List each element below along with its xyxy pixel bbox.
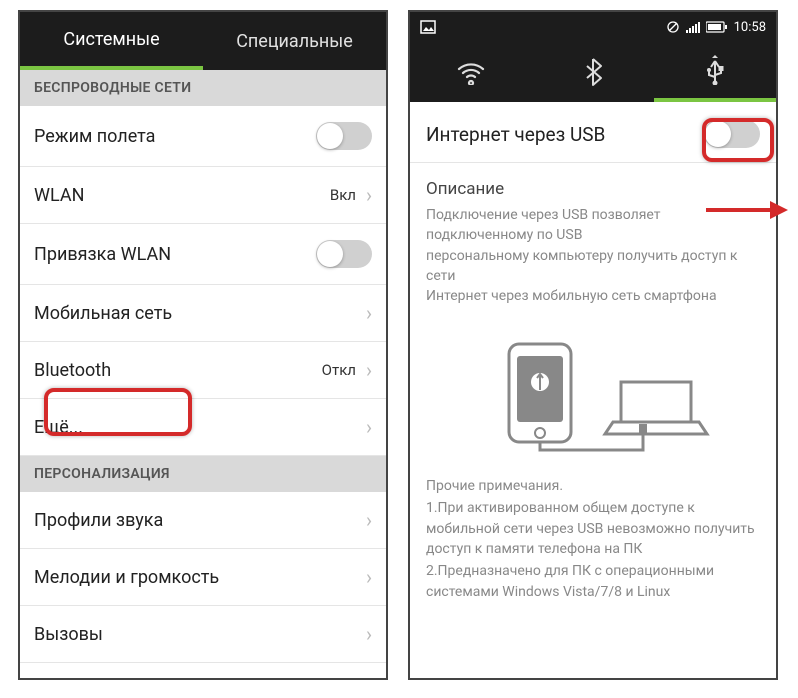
item-sound-profiles[interactable]: Профили звука › [20,492,386,549]
tab-bluetooth[interactable] [532,42,654,102]
item-label: Мелодии и громкость [34,567,219,588]
status-signal-icon [686,20,700,35]
status-pic-icon [420,20,436,35]
note-1: 1.При активированном общем доступе к моб… [426,498,760,559]
item-mobile-network[interactable]: Мобильная сеть › [20,285,386,342]
chevron-right-icon: › [366,358,372,382]
status-sim-icon [666,20,680,35]
section-wireless: БЕСПРОВОДНЫЕ СЕТИ [20,70,386,106]
item-airplane-mode[interactable]: Режим полета [20,106,386,167]
wifi-icon [455,59,487,85]
item-label: Мобильная сеть [34,303,172,324]
chevron-right-icon: › [366,415,372,439]
bluetooth-icon [583,57,603,87]
item-more[interactable]: Ещё... › [20,399,386,456]
phone-right: 10:58 Интернет через USB Описание Подклю… [408,10,778,680]
tab-usb[interactable] [654,42,776,102]
item-label: Bluetooth [34,360,111,381]
item-label: Режим полета [34,126,155,147]
chevron-right-icon: › [366,508,372,532]
usb-illustration [410,314,776,468]
usb-internet-label: Интернет через USB [426,123,605,146]
chevron-right-icon: › [366,183,372,207]
item-label: Привязка WLAN [34,244,171,265]
item-calls[interactable]: Вызовы › [20,606,386,663]
wlan-status: Вкл [330,186,356,204]
notes-block: Прочие примечания. 1.При активированном … [410,468,776,613]
item-melodies[interactable]: Мелодии и громкость › [20,549,386,606]
section-personalization: ПЕРСОНАЛИЗАЦИЯ [20,456,386,492]
item-label: Профили звука [34,510,163,531]
description-text: Подключение через USB позволяет подключе… [426,205,760,306]
tab-system[interactable]: Системные [20,13,203,70]
tab-special[interactable]: Специальные [203,15,386,68]
bluetooth-status: Откл [322,361,356,379]
wlan-tether-toggle[interactable] [316,240,372,268]
notes-title: Прочие примечания. [426,478,760,494]
airplane-toggle[interactable] [316,122,372,150]
status-time: 10:58 [734,20,766,35]
tab-wifi[interactable] [410,42,532,102]
connection-tab-bar [410,42,776,102]
tab-bar: Системные Специальные [20,12,386,70]
item-security[interactable]: Безопасность [20,663,386,680]
chevron-right-icon: › [366,622,372,646]
item-wlan[interactable]: WLAN Вкл › [20,167,386,224]
item-label: Вызовы [34,624,103,645]
status-battery-icon [706,20,728,35]
status-bar: 10:58 [410,12,776,42]
item-wlan-tether[interactable]: Привязка WLAN [20,224,386,285]
description-title: Описание [426,179,760,199]
item-label: Безопасность [34,679,152,680]
phone-left: Системные Специальные БЕСПРОВОДНЫЕ СЕТИ … [18,10,388,680]
item-label: WLAN [34,185,84,206]
usb-internet-toggle[interactable] [704,120,760,148]
chevron-right-icon: › [366,565,372,589]
usb-internet-row[interactable]: Интернет через USB [410,102,776,163]
item-label: Ещё... [34,417,83,438]
note-2: 2.Предназначено для ПК с операционными с… [426,561,760,602]
item-bluetooth[interactable]: Bluetooth Откл › [20,342,386,399]
usb-icon [704,55,726,85]
description-block: Описание Подключение через USB позволяет… [410,163,776,314]
chevron-right-icon: › [366,301,372,325]
